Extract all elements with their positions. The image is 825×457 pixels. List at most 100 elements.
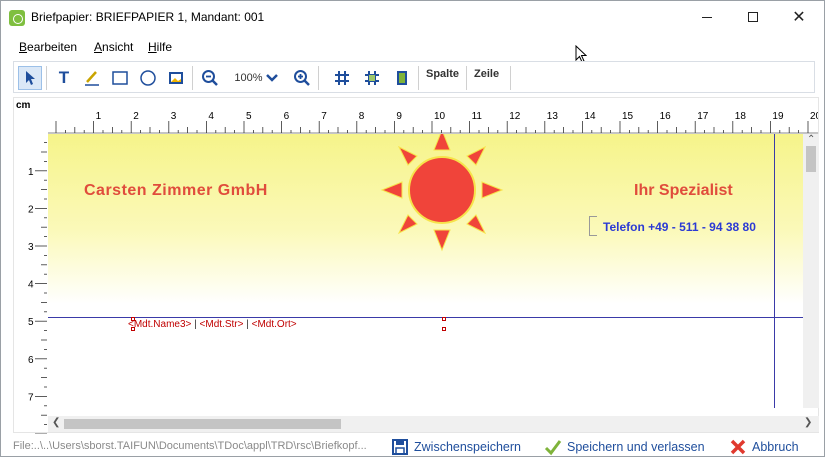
- minimize-button[interactable]: [684, 1, 730, 33]
- intermediate-save-button[interactable]: Zwischenspeichern: [391, 438, 521, 456]
- cancel-x-icon: [730, 439, 746, 455]
- field-anchor-marker: [442, 317, 446, 321]
- design-canvas-area: cm 1234567891011121314151617181920 12345…: [13, 97, 819, 434]
- horizontal-scrollbar[interactable]: ❮ ❯: [48, 416, 819, 432]
- status-bar: File:..\..\Users\sborst.TAIFUN\Documents…: [1, 435, 824, 457]
- zoom-out-icon: [202, 70, 218, 86]
- grid-snap-icon: [365, 71, 379, 85]
- margin-guide-horizontal[interactable]: [48, 317, 803, 318]
- margin-guide-vertical[interactable]: [774, 134, 775, 408]
- ruler-tick-label: 2: [133, 111, 139, 122]
- menu-bearbeiten[interactable]: Bearbeiten: [19, 40, 77, 54]
- ellipse-tool-button[interactable]: [136, 66, 160, 90]
- line-tool-button[interactable]: [80, 66, 104, 90]
- horizontal-scroll-thumb[interactable]: [64, 419, 341, 429]
- zoom-value: 100%: [234, 72, 263, 84]
- field-mdt-ort[interactable]: <Mdt.Ort>: [252, 319, 297, 330]
- scroll-up-icon[interactable]: ⌃: [807, 134, 815, 145]
- zoom-out-button[interactable]: [198, 66, 222, 90]
- scroll-left-icon[interactable]: ❮: [52, 417, 60, 428]
- app-window: Briefpapier: BRIEFPAPIER 1, Mandant: 001…: [0, 0, 825, 457]
- text-icon: T: [58, 68, 70, 87]
- close-button[interactable]: ✕: [776, 1, 822, 33]
- minimize-icon: [702, 16, 712, 18]
- ruler-tick-label: 3: [28, 242, 34, 253]
- ruler-tick-label: 3: [171, 111, 177, 122]
- ruler-tick-label: 17: [697, 111, 709, 122]
- checkmark-icon: [544, 440, 562, 456]
- menu-accel-key: B: [19, 40, 28, 54]
- maximize-button[interactable]: [730, 1, 776, 33]
- field-separator: |: [246, 319, 249, 330]
- scroll-right-icon[interactable]: ❯: [804, 417, 812, 428]
- columns-button[interactable]: Spalte: [426, 68, 459, 80]
- ruler-tick-label: 5: [246, 111, 252, 122]
- image-icon: [169, 72, 183, 84]
- intermediate-save-label: Zwischenspeichern: [414, 440, 521, 454]
- app-logo-icon: [9, 10, 25, 26]
- grid-snap-button[interactable]: [360, 66, 384, 90]
- toolbar-separator: [192, 66, 193, 90]
- selection-bracket: [589, 216, 597, 236]
- address-field-line[interactable]: <Mdt.Name3> | <Mdt.Str> | <Mdt.Ort>: [128, 319, 297, 330]
- toolbar-separator: [318, 66, 319, 90]
- ruler-tick-label: 5: [28, 317, 34, 328]
- grid-button[interactable]: [330, 66, 354, 90]
- rectangle-tool-button[interactable]: [108, 66, 132, 90]
- save-and-exit-label: Speichern und verlassen: [567, 440, 705, 454]
- ruler-tick-label: 1: [28, 167, 34, 178]
- ruler-tick-label: 8: [359, 111, 365, 122]
- text-tool-button[interactable]: T: [52, 66, 76, 90]
- select-tool-button[interactable]: [18, 66, 42, 90]
- select-arrow-icon: [26, 71, 35, 85]
- ruler-tick-label: 9: [396, 111, 402, 122]
- ruler-tick-label: 6: [28, 355, 34, 366]
- menu-ansicht[interactable]: Ansicht: [94, 40, 133, 54]
- ruler-tick-label: 12: [509, 111, 521, 122]
- ellipse-icon: [140, 70, 156, 86]
- menu-label-rest: nsicht: [102, 40, 134, 54]
- ruler-tick-label: 11: [472, 111, 483, 122]
- save-disk-icon: [392, 439, 408, 455]
- letterhead-page[interactable]: Carsten Zimmer GmbH Ihr Spezialist Telef…: [48, 134, 803, 408]
- menu-accel-key: A: [94, 40, 103, 54]
- menu-hilfe[interactable]: Hilfe: [148, 40, 172, 54]
- horizontal-ruler: 1234567891011121314151617181920: [48, 111, 818, 134]
- rows-button[interactable]: Zeile: [474, 68, 499, 80]
- cancel-button[interactable]: Abbruch: [729, 438, 799, 456]
- ruler-tick-label: 1: [96, 111, 102, 122]
- image-tool-button[interactable]: [164, 66, 188, 90]
- save-and-exit-button[interactable]: Speichern und verlassen: [544, 438, 705, 456]
- toolbar-separator: [46, 66, 47, 90]
- menu-label-rest: earbeiten: [27, 40, 78, 54]
- field-mdt-str[interactable]: <Mdt.Str>: [200, 319, 244, 330]
- ruler-tick-label: 19: [772, 111, 784, 122]
- ruler-tick-label: 16: [660, 111, 672, 122]
- maximize-icon: [748, 12, 758, 22]
- field-mdt-name3[interactable]: <Mdt.Name3>: [128, 319, 191, 330]
- ruler-tick-label: 7: [28, 392, 34, 403]
- phone-text[interactable]: Telefon +49 - 511 - 94 38 80: [603, 220, 756, 234]
- ruler-tick-label: 6: [284, 111, 290, 122]
- sun-logo-image[interactable]: [380, 134, 504, 252]
- field-separator: |: [194, 319, 197, 330]
- toolbar-separator: [418, 66, 419, 90]
- ruler-tick-label: 10: [434, 111, 446, 122]
- toolbar-separator: [466, 66, 467, 90]
- company-name-text[interactable]: Carsten Zimmer GmbH: [84, 182, 268, 200]
- ruler-tick-label: 13: [547, 111, 559, 122]
- field-anchor-marker: [442, 327, 446, 331]
- window-title: Briefpapier: BRIEFPAPIER 1, Mandant: 001: [31, 10, 265, 24]
- ruler-tick-label: 20: [810, 111, 818, 122]
- book-icon: [397, 71, 407, 85]
- zoom-select[interactable]: 100%: [226, 66, 286, 90]
- slogan-text[interactable]: Ihr Spezialist: [634, 182, 733, 200]
- line-icon: [85, 71, 99, 86]
- zoom-in-button[interactable]: [290, 66, 314, 90]
- vertical-scrollbar[interactable]: ⌃: [803, 134, 819, 408]
- vertical-scroll-thumb[interactable]: [806, 146, 816, 172]
- close-icon: ✕: [792, 9, 806, 26]
- book-button[interactable]: [390, 66, 414, 90]
- cancel-label: Abbruch: [752, 440, 799, 454]
- ruler-unit-label: cm: [16, 100, 31, 111]
